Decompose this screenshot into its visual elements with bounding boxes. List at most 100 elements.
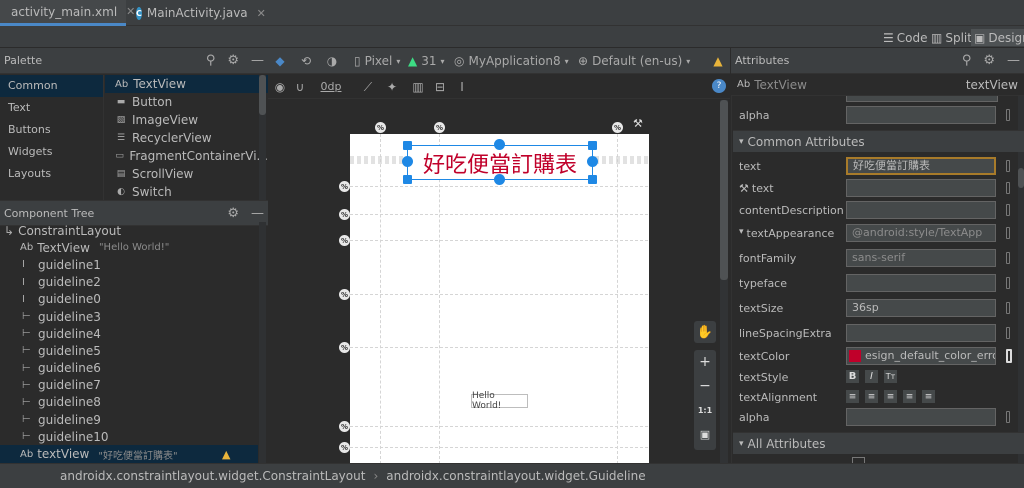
- zoom-in-icon[interactable]: +: [694, 350, 716, 374]
- palette-item-imageview[interactable]: ▧ ImageView: [105, 111, 268, 129]
- guideline-percent-marker[interactable]: %: [339, 289, 350, 300]
- resize-handle[interactable]: [403, 175, 412, 184]
- guideline-horizontal[interactable]: [350, 186, 648, 187]
- guideline-percent-marker[interactable]: %: [339, 442, 350, 453]
- palette-category-layouts[interactable]: Layouts: [0, 163, 103, 185]
- attr-pin[interactable]: [1006, 349, 1012, 363]
- palette-category-buttons[interactable]: Buttons: [0, 119, 103, 141]
- attr-pin[interactable]: [1006, 227, 1010, 239]
- minimize-icon[interactable]: —: [251, 53, 264, 68]
- tree-item-textview-hello[interactable]: Ab TextView "Hello World!": [0, 239, 258, 256]
- guideline-percent-marker[interactable]: %: [375, 122, 386, 133]
- tree-item-textview-title[interactable]: Ab textView "好吃便當訂購表" ▲: [0, 445, 258, 463]
- constraint-anchor-left[interactable]: [402, 156, 413, 167]
- guideline-percent-marker[interactable]: %: [612, 122, 623, 133]
- guidelines-icon[interactable]: Ⅰ: [454, 79, 470, 95]
- attr-pin[interactable]: [1006, 182, 1010, 194]
- tree-item-guideline[interactable]: Ⅰguideline2: [0, 274, 258, 291]
- resize-handle[interactable]: [588, 141, 597, 150]
- design-view-button[interactable]: ▣Design: [971, 29, 1024, 46]
- wrench-icon[interactable]: ⚒: [633, 117, 643, 130]
- constraint-anchor-top[interactable]: [494, 139, 505, 150]
- guideline-horizontal[interactable]: [350, 447, 648, 448]
- palette-item-switch[interactable]: ◐ Switch: [105, 183, 268, 200]
- palette-category-common[interactable]: Common: [0, 75, 103, 97]
- layers-icon[interactable]: ◆: [272, 53, 288, 69]
- guideline-percent-marker[interactable]: %: [434, 122, 445, 133]
- eye-icon[interactable]: ◉: [272, 79, 288, 95]
- bold-icon[interactable]: B: [846, 370, 859, 383]
- theme-selector[interactable]: ◎ MyApplication8 ▾: [454, 53, 569, 69]
- text-size-select[interactable]: 36sp▼: [846, 299, 996, 317]
- close-icon[interactable]: ✕: [257, 7, 266, 20]
- attr-pin[interactable]: [1006, 411, 1010, 423]
- warning-icon[interactable]: ▲: [222, 448, 230, 461]
- palette-scrollbar[interactable]: [259, 75, 266, 200]
- pan-icon[interactable]: ✋: [694, 321, 716, 343]
- align-start-icon[interactable]: ≡: [846, 390, 859, 403]
- text-color-input[interactable]: esign_default_color_error: [846, 347, 996, 365]
- tree-item-constraintlayout[interactable]: ↳ ConstraintLayout: [0, 222, 258, 239]
- night-mode-icon[interactable]: ◑: [324, 53, 340, 69]
- minimize-icon[interactable]: —: [1007, 53, 1020, 68]
- tab-main-activity[interactable]: C MainActivity.java ✕: [130, 0, 266, 26]
- guideline-vertical[interactable]: [617, 134, 618, 464]
- palette-item-scrollview[interactable]: ▤ ScrollView: [105, 165, 268, 183]
- tree-scrollbar[interactable]: [259, 222, 266, 463]
- resize-handle[interactable]: [588, 175, 597, 184]
- alpha-top-input[interactable]: [846, 106, 996, 124]
- line-spacing-select[interactable]: ▼: [846, 324, 996, 342]
- attr-field-partial[interactable]: [846, 96, 998, 102]
- infer-constraints-icon[interactable]: ✦: [384, 79, 400, 95]
- attr-pin[interactable]: [1006, 327, 1010, 339]
- palette-item-textview[interactable]: Ab TextView: [105, 75, 268, 93]
- zoom-to-fit-icon[interactable]: ▣: [694, 422, 716, 446]
- all-attributes-section[interactable]: ▾ All Attributes: [733, 432, 1024, 454]
- guideline-percent-marker[interactable]: %: [339, 342, 350, 353]
- palette-category-text[interactable]: Text: [0, 97, 103, 119]
- zoom-out-icon[interactable]: −: [694, 374, 716, 398]
- resize-handle[interactable]: [403, 141, 412, 150]
- tab-activity-main[interactable]: activity_main.xml ✕: [0, 0, 135, 26]
- all-caps-icon[interactable]: Tт: [884, 370, 897, 383]
- palette-item-button[interactable]: ▬ Button: [105, 93, 268, 111]
- attr-pin[interactable]: [1006, 302, 1010, 314]
- clear-constraints-icon[interactable]: ⟋: [360, 79, 376, 95]
- constraint-anchor-bottom[interactable]: [494, 174, 505, 185]
- tree-item-guideline[interactable]: ⊢ guideline5: [0, 342, 258, 359]
- guideline-percent-marker[interactable]: %: [339, 235, 350, 246]
- guideline-horizontal[interactable]: [350, 214, 648, 215]
- guideline-horizontal[interactable]: [350, 294, 648, 295]
- minimize-icon[interactable]: —: [251, 206, 264, 221]
- zoom-actual-size-button[interactable]: 1:1: [694, 398, 716, 422]
- magnet-icon[interactable]: ∪: [292, 79, 308, 95]
- orientation-icon[interactable]: ⟲: [298, 53, 314, 69]
- palette-category-widgets[interactable]: Widgets: [0, 141, 103, 163]
- guideline-percent-marker[interactable]: %: [339, 421, 350, 432]
- attr-pin[interactable]: [1006, 252, 1010, 264]
- guideline-percent-marker[interactable]: %: [339, 181, 350, 192]
- color-swatch[interactable]: [849, 350, 861, 362]
- guideline-percent-marker[interactable]: %: [339, 209, 350, 220]
- tree-item-guideline[interactable]: ⊢ guideline3: [0, 308, 258, 325]
- tree-item-guideline[interactable]: ⊢ guideline8: [0, 394, 258, 411]
- guideline-horizontal[interactable]: [350, 426, 648, 427]
- gear-icon[interactable]: ⚙: [983, 53, 995, 68]
- breadcrumb-guideline[interactable]: androidx.constraintlayout.widget.Guideli…: [386, 469, 645, 483]
- text-appearance-select[interactable]: @android:style/TextApp▼: [846, 224, 996, 242]
- gear-icon[interactable]: ⚙: [227, 53, 239, 68]
- device-selector[interactable]: ▯ Pixel ▾: [354, 53, 400, 69]
- tree-item-guideline[interactable]: ⊢ guideline4: [0, 325, 258, 342]
- tree-item-guideline[interactable]: ⊢ guideline7: [0, 377, 258, 394]
- common-attributes-section[interactable]: ▾ Common Attributes: [733, 130, 1024, 152]
- text-input[interactable]: 好吃便當訂購表: [846, 157, 996, 175]
- tree-item-guideline[interactable]: ⊢ guideline10: [0, 428, 258, 445]
- align-center-icon[interactable]: ≡: [884, 390, 897, 403]
- attr-pin[interactable]: [1006, 204, 1010, 216]
- content-description-input[interactable]: [846, 201, 996, 219]
- split-view-button[interactable]: ▥ Split: [928, 29, 975, 46]
- align-end-icon[interactable]: ≡: [922, 390, 935, 403]
- align-icon[interactable]: ⊟: [432, 79, 448, 95]
- align-left-icon[interactable]: ≡: [865, 390, 878, 403]
- font-family-select[interactable]: sans-serif▼: [846, 249, 996, 267]
